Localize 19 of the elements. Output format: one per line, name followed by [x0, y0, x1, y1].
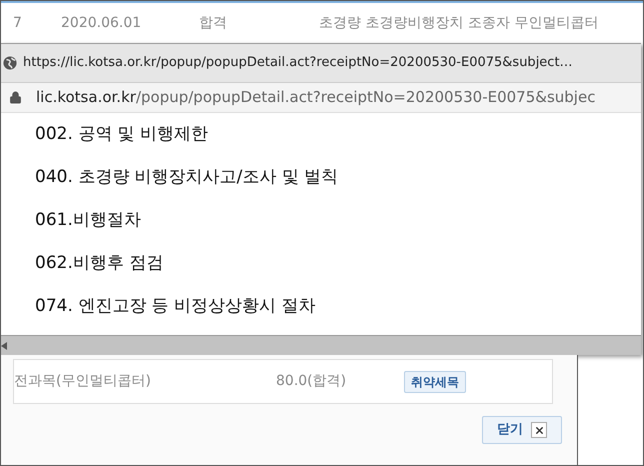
- left-arrow-icon[interactable]: [1, 342, 7, 350]
- close-icon: [531, 422, 547, 438]
- weak-subjects-button[interactable]: 취약세목: [404, 370, 466, 392]
- subject-item: 061.비행절차: [35, 208, 142, 232]
- horizontal-scrollbar[interactable]: [1, 335, 641, 355]
- subject-item: 074. 엔진고장 등 비정상상황시 절차: [35, 294, 316, 318]
- page-url: https://lic.kotsa.or.kr/popup/popupDetail.act?receiptNo=20200530-E0075&subject…: [23, 54, 573, 72]
- address-url: lic.kotsa.or.kr/popup/popupDetail.act?receiptNo=20200530-E0075&subjec: [36, 87, 596, 108]
- table-cell-text: 7: [13, 14, 23, 32]
- table-cell-text: 80.0(합격): [276, 372, 348, 391]
- close-button[interactable]: 닫기: [482, 416, 562, 444]
- lock-icon: [9, 91, 22, 104]
- subject-item: 040. 초경량 비행장치사고/조사 및 벌칙: [35, 166, 340, 189]
- table-cell-text: 2020.06.01: [61, 14, 142, 32]
- subject-item: 062.비행후 점검: [35, 252, 164, 275]
- table-cell-text: 전과목(무인멀티콥터): [14, 372, 152, 391]
- table-cell-text: 합격: [199, 14, 228, 32]
- subject-item: 002. 공역 및 비행제한: [35, 122, 210, 146]
- table-cell-text: 초경량 초경량비행장치 조종자 무인멀티콥터: [319, 14, 598, 32]
